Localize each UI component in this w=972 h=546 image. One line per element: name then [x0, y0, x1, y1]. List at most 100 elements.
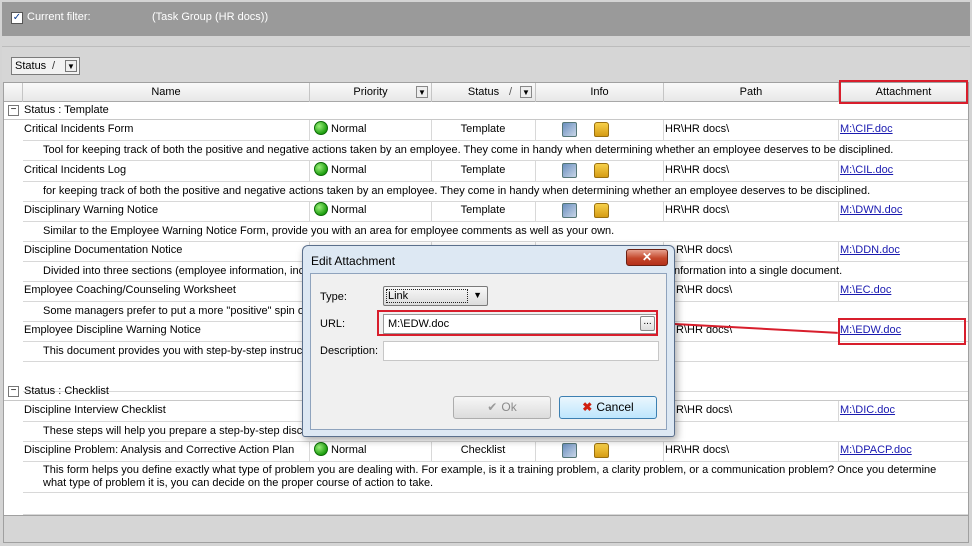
filter-checkbox[interactable]: ✓ — [11, 12, 23, 24]
table-row[interactable]: Disciplinary Warning Notice Normal Templ… — [23, 201, 968, 222]
attachment-header-highlight — [839, 80, 968, 104]
attachment-link[interactable]: M:\CIF.doc — [839, 120, 968, 140]
close-icon[interactable]: ✕ — [626, 249, 668, 266]
attachment-link[interactable]: M:\EC.doc — [839, 281, 968, 301]
group-title: Status : Checklist — [24, 385, 109, 397]
chevron-down-icon[interactable]: ▼ — [416, 86, 428, 98]
task-description: Tool for keeping track of both the posit… — [23, 141, 968, 161]
task-name: Discipline Interview Checklist — [23, 401, 310, 421]
description-label: Description: — [320, 345, 379, 357]
table-row[interactable]: Critical Incidents Form Normal Template … — [23, 120, 968, 141]
path-cell: R\HR docs\ — [664, 281, 839, 301]
path-cell: R\HR docs\ — [664, 401, 839, 421]
chevron-down-icon[interactable]: ▼ — [65, 60, 77, 72]
attachment-link[interactable]: M:\CIL.doc — [839, 161, 968, 181]
type-select-value: Link — [386, 289, 468, 303]
task-name: Disciplinary Warning Notice — [23, 201, 310, 221]
status-cell: Template — [432, 201, 536, 221]
column-header-priority[interactable]: Priority ▼ — [310, 83, 432, 102]
attachment-link[interactable]: M:\DIC.doc — [839, 401, 968, 421]
priority-normal-icon — [314, 161, 328, 176]
task-name: Employee Discipline Warning Notice — [23, 321, 310, 341]
filter-bar: ✓ Current filter: (Task Group (HR docs)) — [2, 2, 970, 36]
column-header-info[interactable]: Info — [536, 83, 664, 102]
path-cell: HR\HR docs\ — [664, 441, 839, 461]
task-properties-icon[interactable] — [562, 163, 577, 178]
lock-icon[interactable] — [594, 203, 609, 218]
lock-icon[interactable] — [594, 122, 609, 137]
table-row[interactable]: Discipline Problem: Analysis and Correct… — [23, 441, 968, 462]
task-name: Discipline Documentation Notice — [23, 241, 310, 261]
url-label: URL: — [320, 318, 346, 330]
priority-normal-icon — [314, 441, 328, 456]
status-cell: Template — [432, 161, 536, 181]
status-footer — [3, 516, 969, 543]
column-header-status[interactable]: Status / ▼ — [432, 83, 536, 102]
attachment-link[interactable]: M:\DPACP.doc — [839, 441, 968, 461]
path-cell: HR\HR docs\ — [664, 161, 839, 181]
path-cell: R\HR docs\ — [664, 241, 839, 261]
dialog-titlebar[interactable]: Edit Attachment ✕ — [303, 246, 674, 272]
dialog-body: Type: Link ▼ URL: M:\EDW.doc ... Descrip… — [310, 273, 667, 430]
priority-cell: Normal — [310, 120, 432, 140]
status-cell: Checklist — [432, 441, 536, 461]
task-name: Discipline Problem: Analysis and Correct… — [23, 441, 310, 461]
priority-cell: Normal — [310, 201, 432, 221]
task-name: Employee Coaching/Counseling Worksheet — [23, 281, 310, 301]
priority-cell: Normal — [310, 441, 432, 461]
group-by-panel: Status / ▼ — [2, 46, 970, 82]
attachment-link[interactable]: M:\DDN.doc — [839, 241, 968, 261]
path-cell: HR\HR docs\ — [664, 120, 839, 140]
priority-cell: Normal — [310, 161, 432, 181]
column-header-name[interactable]: Name — [23, 83, 310, 102]
task-description: This form helps you define exactly what … — [23, 462, 968, 493]
group-by-status-button[interactable]: Status / ▼ — [11, 57, 80, 75]
table-row[interactable]: Critical Incidents Log Normal Template H… — [23, 161, 968, 182]
type-label: Type: — [320, 291, 347, 303]
task-properties-icon[interactable] — [562, 203, 577, 218]
filter-value: (Task Group (HR docs)) — [152, 11, 269, 23]
cancel-x-icon: ✖ — [582, 400, 593, 414]
lock-icon[interactable] — [594, 163, 609, 178]
sort-ascending-icon: / — [52, 60, 56, 72]
lock-icon[interactable] — [594, 443, 609, 458]
group-title: Status : Template — [24, 104, 109, 116]
header-indent — [4, 83, 23, 102]
task-name: Critical Incidents Log — [23, 161, 310, 181]
task-properties-icon[interactable] — [562, 443, 577, 458]
info-cell — [536, 161, 664, 181]
column-header-row: Name Priority ▼ Status / ▼ Info Path Attach… — [4, 83, 968, 102]
path-cell: HR\HR docs\ — [664, 201, 839, 221]
priority-normal-icon — [314, 120, 328, 135]
url-field-highlight — [377, 310, 658, 336]
priority-normal-icon — [314, 201, 328, 216]
dialog-title: Edit Attachment — [311, 254, 396, 268]
group-header-template[interactable]: − Status : Template — [4, 102, 968, 120]
chevron-down-icon[interactable]: ▼ — [520, 86, 532, 98]
task-description: Similar to the Employee Warning Notice F… — [23, 222, 968, 242]
task-name: Critical Incidents Form — [23, 120, 310, 140]
sort-ascending-icon: / — [508, 86, 512, 98]
collapse-toggle-icon[interactable]: − — [8, 386, 19, 397]
checkmark-icon: ✔ — [487, 400, 498, 414]
group-by-label: Status — [15, 60, 47, 72]
info-cell — [536, 441, 664, 461]
task-description-tail: nformation into a single document. — [674, 265, 843, 277]
empty-row — [23, 493, 968, 515]
column-header-path[interactable]: Path — [664, 83, 839, 102]
filter-label: Current filter: — [27, 11, 91, 23]
info-cell — [536, 120, 664, 140]
attachment-cell-highlight — [838, 318, 966, 345]
status-cell: Template — [432, 120, 536, 140]
collapse-toggle-icon[interactable]: − — [8, 105, 19, 116]
info-cell — [536, 201, 664, 221]
task-properties-icon[interactable] — [562, 122, 577, 137]
ok-button[interactable]: ✔ Ok — [453, 396, 551, 419]
attachment-link[interactable]: M:\DWN.doc — [839, 201, 968, 221]
type-select[interactable]: Link ▼ — [383, 286, 488, 306]
edit-attachment-dialog: Edit Attachment ✕ Type: Link ▼ URL: M:\E… — [302, 245, 675, 437]
task-description: for keeping track of both the positive a… — [23, 182, 968, 202]
description-input[interactable] — [383, 341, 659, 361]
cancel-button[interactable]: ✖ Cancel — [559, 396, 657, 419]
chevron-down-icon: ▼ — [473, 290, 482, 300]
